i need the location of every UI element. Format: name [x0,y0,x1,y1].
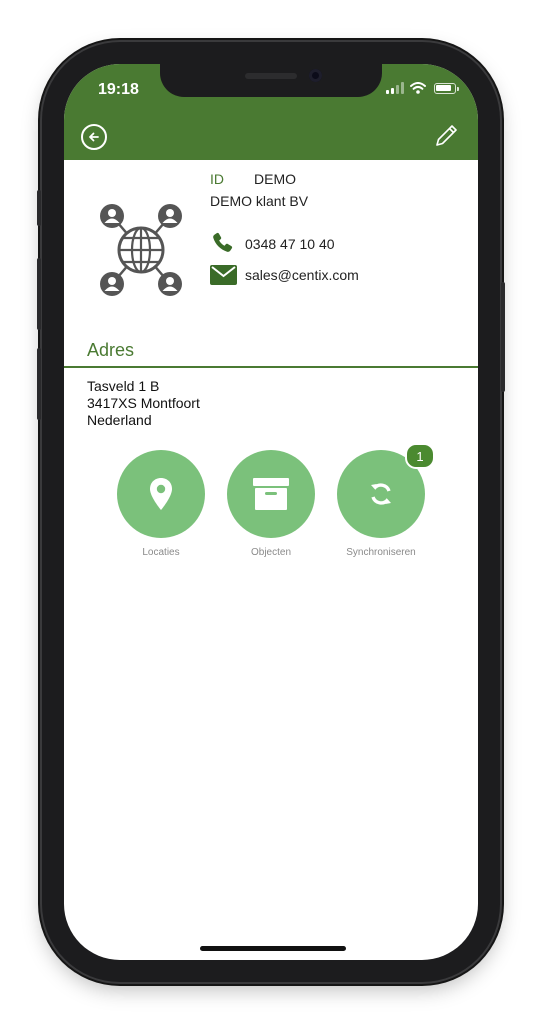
archive-box-icon [253,478,289,510]
phone-icon[interactable] [210,231,234,255]
objecten-label: Objecten [250,547,292,558]
power-button [501,282,505,392]
wifi-icon [410,82,426,94]
app-screen: 19:18 ID DEMO DEMO klant BV 0348 47 10 4… [64,64,478,960]
synchroniseren-label: Synchroniseren [346,547,416,558]
contact-id-value: DEMO [254,171,296,187]
home-indicator[interactable] [200,946,346,951]
address-line-street: Tasveld 1 B [87,378,160,394]
synchroniseren-button[interactable]: 1 [337,443,435,538]
synchroniseren-action[interactable]: 1 Synchroniseren [331,443,435,558]
company-name: DEMO klant BV [210,193,309,209]
locaties-action[interactable]: Locaties [111,450,211,558]
back-button[interactable] [81,124,107,150]
front-camera [309,69,322,82]
objecten-button[interactable] [227,450,315,538]
earpiece-speaker [245,73,297,79]
objecten-action[interactable]: Objecten [221,450,321,558]
status-icons [386,82,459,94]
section-divider [64,366,478,368]
contact-email[interactable]: sales@centix.com [245,267,359,283]
battery-icon [434,83,459,94]
mail-icon[interactable] [210,265,237,285]
network-globe-icon [100,204,182,296]
sync-count-badge: 1 [405,443,435,469]
locaties-button[interactable] [117,450,205,538]
map-pin-icon [150,478,172,510]
contact-phone[interactable]: 0348 47 10 40 [245,236,335,252]
arrow-left-icon [89,132,99,142]
cellular-signal-icon [386,82,404,94]
address-line-country: Nederland [87,412,152,428]
device-notch [160,64,382,97]
volume-down-button [37,348,41,420]
locaties-label: Locaties [142,547,180,558]
sync-icon [371,483,391,505]
silent-switch [37,190,41,226]
contact-id-label: ID [210,171,224,187]
address-section-title: Adres [87,340,135,360]
volume-up-button [37,258,41,330]
address-line-postal-city: 3417XS Montfoort [87,395,200,411]
edit-pencil-icon[interactable] [432,122,460,150]
status-time: 19:18 [98,81,139,98]
